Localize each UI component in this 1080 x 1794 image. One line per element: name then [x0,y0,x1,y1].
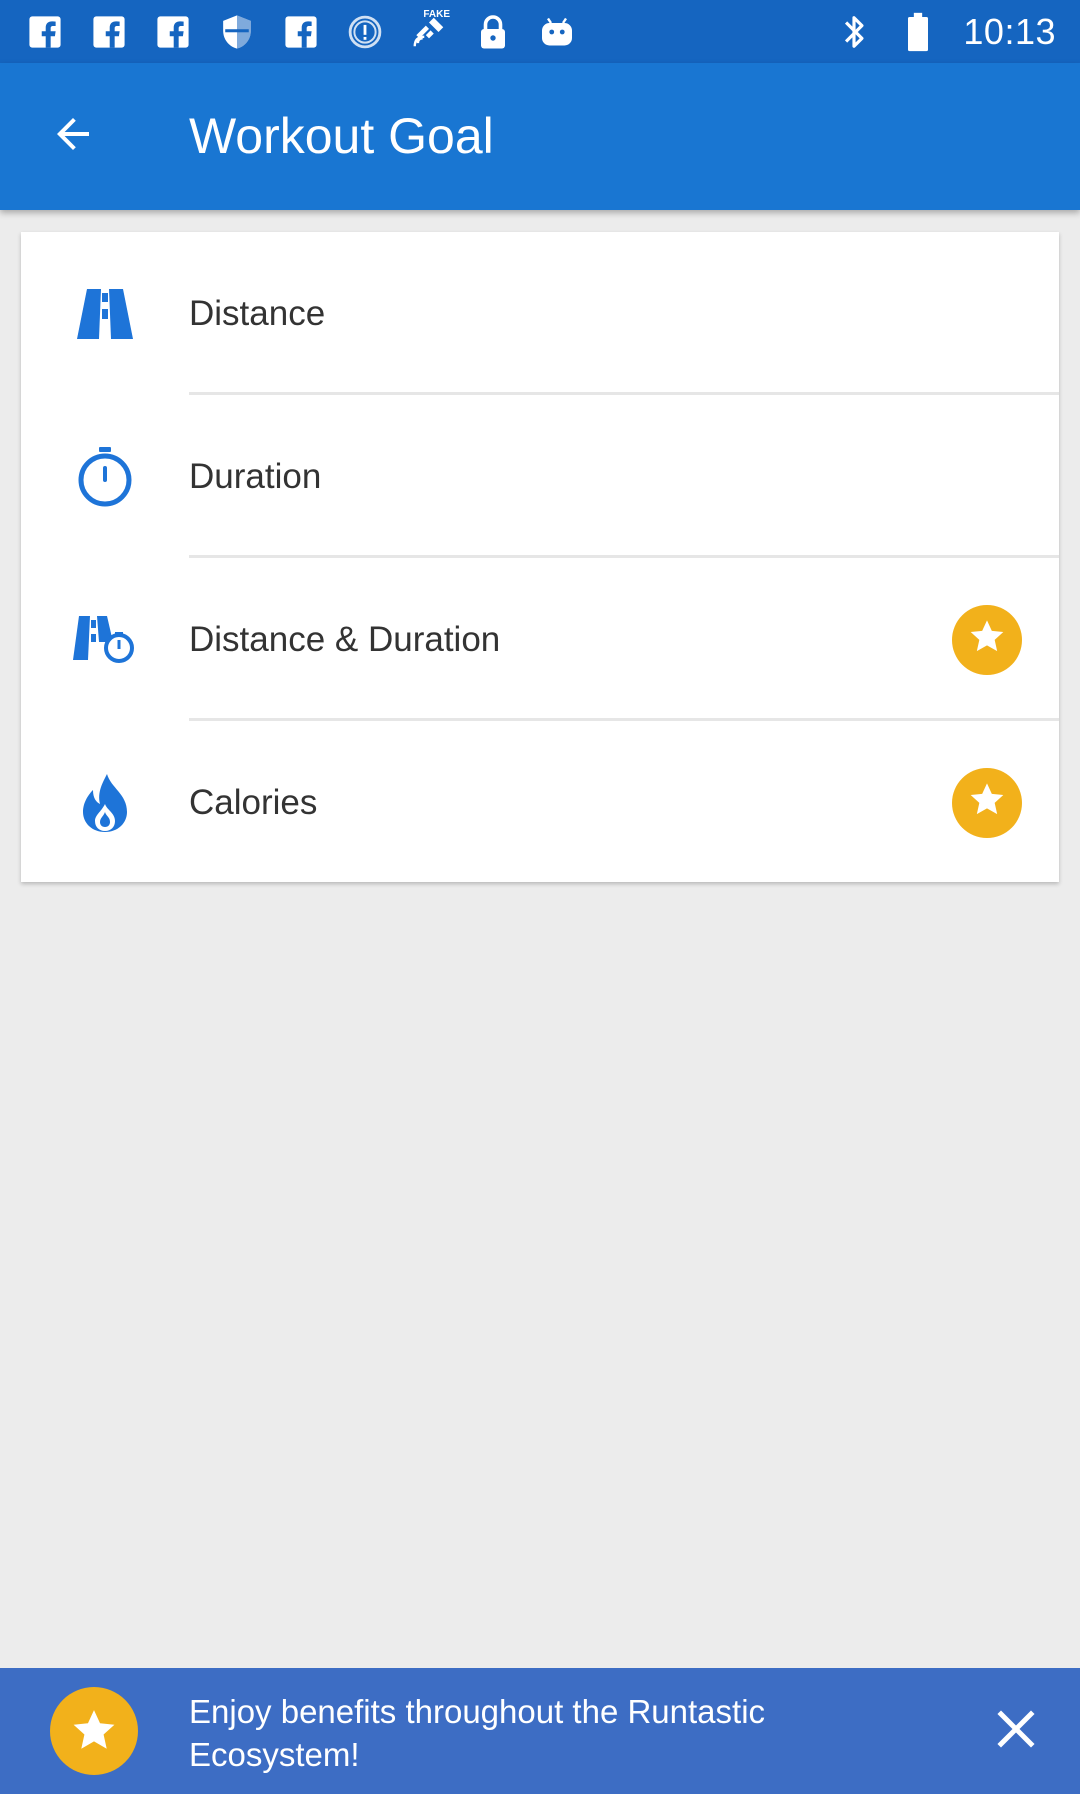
fake-gps-badge: FAKE [423,8,450,20]
premium-banner[interactable]: Enjoy benefits throughout the Runtastic … [0,1668,1080,1794]
app-bar: Workout Goal [0,63,1080,210]
road-stopwatch-icon [73,608,137,672]
flame-icon [73,771,137,835]
goal-option-distance[interactable]: Distance [21,232,1059,395]
goal-label: Distance [189,294,326,333]
clock: 10:13 [963,10,1056,52]
goal-option-duration[interactable]: Duration [21,395,1059,558]
status-bar: FAKE 10:13 [0,0,1080,63]
close-icon [996,1709,1036,1754]
goal-label: Calories [189,783,318,822]
workout-goal-list: Distance Duration Distance & Duration Ca… [21,232,1059,882]
road-icon [73,282,137,346]
facebook-icon [26,13,64,51]
facebook-icon [90,13,128,51]
stopwatch-icon [73,445,137,509]
facebook-icon [282,13,320,51]
lock-icon [474,13,512,51]
info-circle-icon [346,13,384,51]
arrow-back-icon [49,110,97,163]
shield-icon [218,13,256,51]
close-button[interactable] [976,1691,1056,1771]
goal-option-distance-and-duration[interactable]: Distance & Duration [21,558,1059,721]
fake-gps-satellite-icon: FAKE [410,9,450,51]
star-icon [50,1687,138,1775]
back-button[interactable] [23,87,123,187]
goal-label: Distance & Duration [189,620,501,659]
facebook-icon [154,13,192,51]
star-icon [967,617,1007,662]
banner-text: Enjoy benefits throughout the Runtastic … [189,1693,766,1773]
star-icon [967,780,1007,825]
goal-label: Duration [189,457,322,496]
battery-icon [899,12,937,51]
goal-option-calories[interactable]: Calories [21,721,1059,884]
premium-badge [952,604,1022,675]
bluetooth-icon [835,13,873,51]
premium-badge [952,767,1022,838]
page-title: Workout Goal [189,108,494,164]
android-icon [538,13,576,51]
